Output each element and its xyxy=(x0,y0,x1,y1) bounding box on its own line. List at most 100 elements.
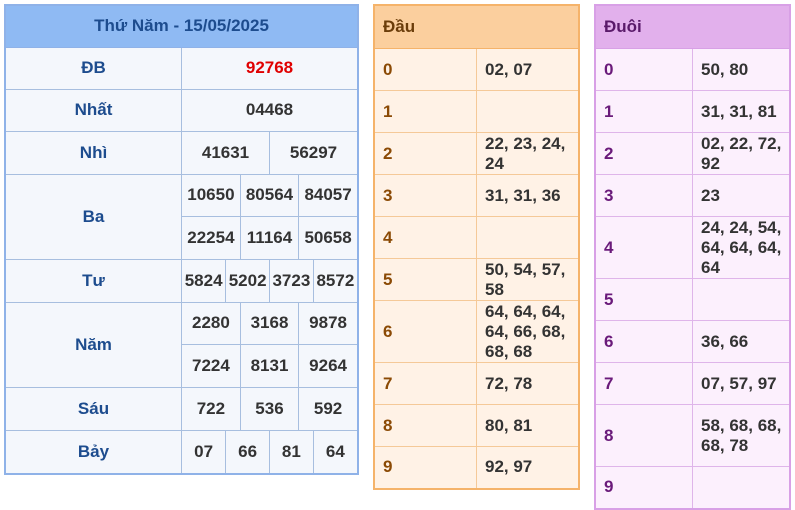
digit-key: 5 xyxy=(373,258,477,301)
digit-values: 50, 54, 57, 58 xyxy=(476,258,580,301)
head-digit-row: 5 50, 54, 57, 58 xyxy=(373,258,580,301)
prize-row-nhi: Nhì 41631 56297 xyxy=(4,130,359,175)
digit-key: 8 xyxy=(594,404,693,467)
digit-values: 07, 57, 97 xyxy=(692,362,791,405)
digit-key: 2 xyxy=(373,132,477,175)
digit-values: 58, 68, 68, 68, 78 xyxy=(692,404,791,467)
digit-values: 36, 66 xyxy=(692,320,791,363)
head-digit-row: 4 xyxy=(373,216,580,259)
results-table: Thứ Năm - 15/05/2025 ĐB 92768 Nhất 04468… xyxy=(4,4,359,475)
prize-number: 04468 xyxy=(181,88,359,132)
prize-row-nhat: Nhất 04468 xyxy=(4,88,359,132)
prize-number: 80564 xyxy=(239,174,299,217)
digit-values: 31, 31, 36 xyxy=(476,174,580,217)
prize-label: Nhất xyxy=(4,88,182,132)
digit-values: 22, 23, 24, 24 xyxy=(476,132,580,175)
prize-number: 3168 xyxy=(239,302,299,345)
prize-number: 8131 xyxy=(239,344,299,387)
prize-number: 56297 xyxy=(269,131,357,174)
tail-digit-row: 2 02, 22, 72, 92 xyxy=(594,132,791,175)
tail-digit-header: Đuôi xyxy=(594,4,791,49)
digit-key: 4 xyxy=(373,216,477,259)
prize-number: 536 xyxy=(239,387,299,430)
prize-number: 07 xyxy=(194,441,214,461)
digit-values: 92, 97 xyxy=(476,446,580,489)
prize-number: 5202 xyxy=(225,259,270,302)
prize-number: 9878 xyxy=(298,302,357,345)
head-digit-header: Đầu xyxy=(373,4,580,49)
digit-key: 1 xyxy=(594,90,693,133)
prize-label: Bảy xyxy=(4,429,182,474)
prize-number-special: 92768 xyxy=(181,46,359,90)
prize-number: 50658 xyxy=(298,216,357,259)
prize-number: 11164 xyxy=(239,216,299,259)
digit-values xyxy=(692,466,791,509)
digit-values: 23 xyxy=(692,174,791,217)
tail-digit-row: 0 50, 80 xyxy=(594,48,791,91)
prize-number: 84057 xyxy=(298,174,357,217)
prize-row-db: ĐB 92768 xyxy=(4,46,359,90)
head-digit-row: 6 64, 64, 64, 64, 66, 68, 68, 68 xyxy=(373,300,580,363)
prize-number: 592 xyxy=(298,387,357,430)
prize-row-ba: Ba 10650 80564 84057 22254 11164 50658 xyxy=(4,173,359,260)
digit-values xyxy=(476,216,580,259)
tail-digit-row: 4 24, 24, 54, 64, 64, 64, 64 xyxy=(594,216,791,279)
prize-number: 64 xyxy=(312,430,357,473)
prize-row-tu: Tư 5824 5202 3723 8572 xyxy=(4,258,359,303)
digit-key: 3 xyxy=(373,174,477,217)
tail-digit-row: 5 xyxy=(594,278,791,321)
prize-row-sau: Sáu 722 536 592 xyxy=(4,386,359,431)
tail-digit-row: 3 23 xyxy=(594,174,791,217)
digit-key: 4 xyxy=(594,216,693,279)
head-digit-row: 8 80, 81 xyxy=(373,404,580,447)
prize-label: Tư xyxy=(4,258,182,303)
digit-values xyxy=(476,90,580,133)
head-digit-row: 1 xyxy=(373,90,580,133)
head-digit-row: 3 31, 31, 36 xyxy=(373,174,580,217)
digit-key: 1 xyxy=(373,90,477,133)
digit-values: 80, 81 xyxy=(476,404,580,447)
digit-key: 6 xyxy=(373,300,477,363)
prize-number: 2280 xyxy=(192,313,230,333)
tail-digit-row: 1 31, 31, 81 xyxy=(594,90,791,133)
digit-key: 0 xyxy=(373,48,477,91)
digit-key: 3 xyxy=(594,174,693,217)
digit-values: 31, 31, 81 xyxy=(692,90,791,133)
digit-key: 9 xyxy=(373,446,477,489)
digit-key: 9 xyxy=(594,466,693,509)
head-digit-table: Đầu 0 02, 07 1 2 22, 23, 24, 24 3 31, 31… xyxy=(373,4,580,490)
digit-key: 8 xyxy=(373,404,477,447)
digit-values xyxy=(692,278,791,321)
digit-key: 5 xyxy=(594,278,693,321)
digit-values: 24, 24, 54, 64, 64, 64, 64 xyxy=(692,216,791,279)
tail-digit-row: 7 07, 57, 97 xyxy=(594,362,791,405)
tail-digit-row: 9 xyxy=(594,466,791,509)
prize-number: 722 xyxy=(196,398,226,418)
tail-digit-row: 6 36, 66 xyxy=(594,320,791,363)
digit-key: 6 xyxy=(594,320,693,363)
digit-values: 50, 80 xyxy=(692,48,791,91)
prize-number: 41631 xyxy=(201,142,250,162)
prize-label: Ba xyxy=(4,173,182,260)
prize-row-nam: Năm 2280 3168 9878 7224 8131 9264 xyxy=(4,301,359,388)
results-title: Thứ Năm - 15/05/2025 xyxy=(4,4,359,48)
prize-label: ĐB xyxy=(4,46,182,90)
digit-key: 0 xyxy=(594,48,693,91)
digit-values: 72, 78 xyxy=(476,362,580,405)
digit-key: 7 xyxy=(373,362,477,405)
prize-label: Nhì xyxy=(4,130,182,175)
prize-label: Sáu xyxy=(4,386,182,431)
digit-key: 2 xyxy=(594,132,693,175)
prize-number: 22254 xyxy=(182,216,241,259)
prize-number: 66 xyxy=(225,430,270,473)
digit-values: 02, 22, 72, 92 xyxy=(692,132,791,175)
digit-key: 7 xyxy=(594,362,693,405)
digit-values: 64, 64, 64, 64, 66, 68, 68, 68 xyxy=(476,300,580,363)
prize-number: 9264 xyxy=(298,344,357,387)
prize-number: 10650 xyxy=(187,185,235,205)
prize-row-bay: Bảy 07 66 81 64 xyxy=(4,429,359,474)
head-digit-row: 9 92, 97 xyxy=(373,446,580,489)
prize-number: 3723 xyxy=(269,259,314,302)
head-digit-row: 2 22, 23, 24, 24 xyxy=(373,132,580,175)
prize-number: 8572 xyxy=(312,259,357,302)
